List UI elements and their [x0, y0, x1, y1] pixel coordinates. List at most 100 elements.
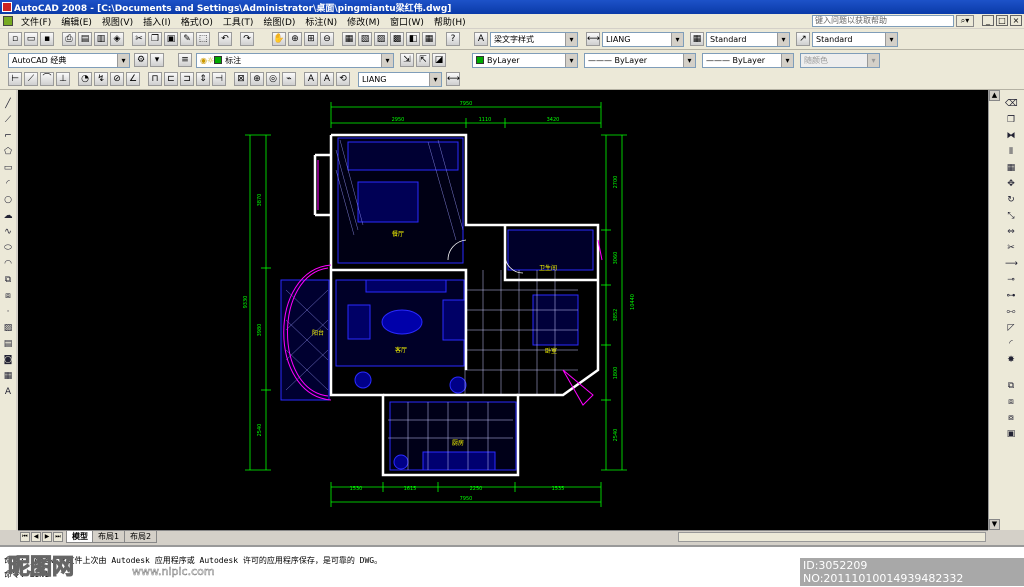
gradient-icon[interactable]: ▤: [2, 338, 14, 350]
copy-icon[interactable]: ❐: [148, 32, 162, 46]
dim-text-edit-icon[interactable]: A: [320, 72, 334, 86]
minimize-button[interactable]: _: [982, 15, 994, 26]
tab-first-button[interactable]: ⏮: [20, 532, 30, 542]
dim-style-select[interactable]: LIANG: [602, 32, 684, 47]
menu-format[interactable]: 格式(O): [176, 15, 218, 28]
markup-icon[interactable]: ◧: [406, 32, 420, 46]
circle-icon[interactable]: ○: [2, 194, 14, 206]
table-style-icon[interactable]: ▦: [690, 32, 704, 46]
multileader-style-icon[interactable]: ↗: [796, 32, 810, 46]
search-button[interactable]: ⌕▾: [956, 15, 974, 27]
center-mark-icon[interactable]: ⊕: [250, 72, 264, 86]
extend-icon[interactable]: ⟶: [1005, 258, 1018, 270]
restore-button[interactable]: □: [996, 15, 1008, 26]
workspace-save-icon[interactable]: ▾: [150, 53, 164, 67]
zoom-previous-icon[interactable]: ⊖: [320, 32, 334, 46]
table-icon[interactable]: ▦: [2, 370, 14, 382]
ellipse-icon[interactable]: ⬭: [2, 242, 14, 254]
redo-icon[interactable]: ↷: [240, 32, 254, 46]
bring-front-icon[interactable]: ⧈: [1005, 396, 1017, 408]
cut-icon[interactable]: ✂: [132, 32, 146, 46]
make-current-layer-icon[interactable]: ⇲: [400, 53, 414, 67]
offset-icon[interactable]: ⫴: [1005, 146, 1017, 158]
dim-break-icon[interactable]: ⊣: [212, 72, 226, 86]
rotate-icon[interactable]: ↻: [1005, 194, 1017, 206]
text-front-icon[interactable]: ▣: [1005, 428, 1017, 440]
dim-style-select-2[interactable]: LIANG: [358, 72, 442, 87]
chamfer-icon[interactable]: ◸: [1005, 322, 1017, 334]
pan-icon[interactable]: ✋: [272, 32, 286, 46]
continue-dim-icon[interactable]: ⊐: [180, 72, 194, 86]
tolerance-icon[interactable]: ⊠: [234, 72, 248, 86]
mirror-icon[interactable]: ⧓: [1005, 130, 1017, 142]
jogged-linear-icon[interactable]: ⌁: [282, 72, 296, 86]
layer-manager-icon[interactable]: ≡: [178, 53, 192, 67]
menu-view[interactable]: 视图(V): [97, 15, 138, 28]
radius-dim-icon[interactable]: ◔: [78, 72, 92, 86]
layer-state-icon[interactable]: ◪: [432, 53, 446, 67]
ellipse-arc-icon[interactable]: ◠: [2, 258, 14, 270]
inspection-icon[interactable]: ◎: [266, 72, 280, 86]
draworder-icon[interactable]: ⧉: [1005, 380, 1017, 392]
design-center-icon[interactable]: ▧: [358, 32, 372, 46]
multileader-style-select[interactable]: Standard: [812, 32, 898, 47]
dim-update-icon[interactable]: ⟲: [336, 72, 350, 86]
rectangle-icon[interactable]: ▭: [2, 162, 14, 174]
properties-icon[interactable]: ▦: [342, 32, 356, 46]
scroll-down-arrow[interactable]: ▼: [989, 519, 1000, 530]
tab-prev-button[interactable]: ◀: [31, 532, 41, 542]
undo-icon[interactable]: ↶: [218, 32, 232, 46]
match-properties-icon[interactable]: ✎: [180, 32, 194, 46]
dim-style-icon[interactable]: ⟷: [586, 32, 600, 46]
open-icon[interactable]: ▭: [24, 32, 38, 46]
save-icon[interactable]: ▪: [40, 32, 54, 46]
menu-tools[interactable]: 工具(T): [218, 15, 259, 28]
make-block-icon[interactable]: ⧈: [2, 290, 14, 302]
table-style-select[interactable]: Standard: [706, 32, 790, 47]
menu-help[interactable]: 帮助(H): [429, 15, 471, 28]
linetype-select[interactable]: ——— ByLayer: [584, 53, 696, 68]
polyline-icon[interactable]: ⌐: [2, 130, 14, 142]
polygon-icon[interactable]: ⬠: [2, 146, 14, 158]
scale-icon[interactable]: ⤡: [1005, 210, 1017, 222]
construction-line-icon[interactable]: ⟋: [2, 114, 14, 126]
linear-dim-icon[interactable]: ⊢: [8, 72, 22, 86]
point-icon[interactable]: ·: [2, 306, 14, 318]
new-icon[interactable]: ▫: [8, 32, 22, 46]
tab-next-button[interactable]: ▶: [42, 532, 52, 542]
dim-space-icon[interactable]: ⇕: [196, 72, 210, 86]
angular-dim-icon[interactable]: ∠: [126, 72, 140, 86]
text-style-select[interactable]: 梁文字样式: [490, 32, 578, 47]
tool-palettes-icon[interactable]: ▨: [374, 32, 388, 46]
workspace-select[interactable]: AutoCAD 经典: [8, 53, 130, 68]
print-preview-icon[interactable]: ▤: [78, 32, 92, 46]
arc-length-icon[interactable]: ⌒: [40, 72, 54, 86]
spline-icon[interactable]: ∿: [2, 226, 14, 238]
trim-icon[interactable]: ✂: [1005, 242, 1017, 254]
zoom-realtime-icon[interactable]: ⊕: [288, 32, 302, 46]
scroll-up-arrow[interactable]: ▲: [989, 90, 1000, 101]
tab-model[interactable]: 模型: [66, 531, 94, 543]
tab-last-button[interactable]: ⏭: [53, 532, 63, 542]
quick-dim-icon[interactable]: ⊓: [148, 72, 162, 86]
send-back-icon[interactable]: ⧇: [1005, 412, 1017, 424]
horizontal-scrollbar[interactable]: [678, 532, 986, 542]
array-icon[interactable]: ▦: [1005, 162, 1017, 174]
fillet-icon[interactable]: ◜: [1005, 338, 1017, 350]
publish-icon[interactable]: ▥: [94, 32, 108, 46]
aligned-dim-icon[interactable]: ⟋: [24, 72, 38, 86]
menu-edit[interactable]: 编辑(E): [56, 15, 97, 28]
break-at-point-icon[interactable]: ⊸: [1005, 274, 1017, 286]
document-icon[interactable]: [3, 16, 13, 26]
menu-draw[interactable]: 绘图(D): [258, 15, 300, 28]
explode-icon[interactable]: ✸: [1005, 354, 1017, 366]
jogged-dim-icon[interactable]: ↯: [94, 72, 108, 86]
hatch-icon[interactable]: ▨: [2, 322, 14, 334]
menu-insert[interactable]: 插入(I): [138, 15, 176, 28]
print-icon[interactable]: ⎙: [62, 32, 76, 46]
menu-window[interactable]: 窗口(W): [385, 15, 429, 28]
dim-edit-icon[interactable]: A: [304, 72, 318, 86]
dim-style-manager-icon[interactable]: ⟷: [446, 72, 460, 86]
close-button[interactable]: ×: [1010, 15, 1022, 26]
menu-dimension[interactable]: 标注(N): [300, 15, 342, 28]
